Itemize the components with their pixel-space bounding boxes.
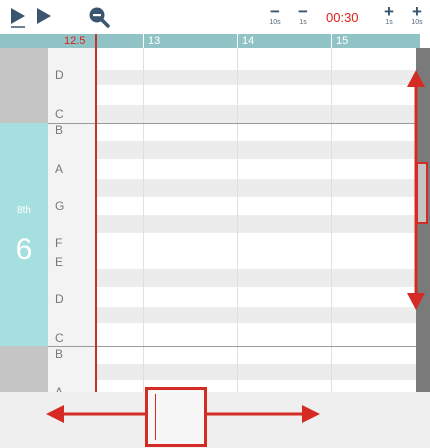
octave-number: 6	[15, 233, 33, 266]
grid-row[interactable]	[96, 364, 416, 380]
minus-1s-label: 1s	[299, 19, 307, 26]
ruler-label: 15	[336, 35, 349, 47]
playhead[interactable]	[95, 34, 97, 392]
grid-row[interactable]	[96, 251, 416, 269]
note-label-f: F	[55, 236, 63, 250]
zoom-out-icon	[89, 7, 110, 28]
grid-row[interactable]	[96, 346, 416, 364]
grid-row[interactable]	[96, 70, 416, 85]
note-label-b: B	[55, 123, 64, 137]
thumb-position-marker	[155, 394, 156, 440]
note-label-g: G	[55, 199, 65, 213]
grid-row[interactable]	[96, 215, 416, 233]
minus-1s-button[interactable]: − 1s	[290, 2, 316, 30]
minus-10s-label: 10s	[269, 19, 281, 26]
play-button[interactable]	[34, 4, 56, 30]
plus-1s-button[interactable]: + 1s	[376, 2, 402, 30]
grid-row[interactable]	[96, 269, 416, 287]
vertical-scroll-thumb[interactable]	[416, 162, 428, 224]
ruler-label: 13	[148, 35, 161, 47]
note-label-c: C	[55, 331, 64, 345]
note-label-b: B	[55, 347, 64, 361]
ruler-label-current: 12.5	[64, 35, 86, 47]
toolbar: − 10s − 1s 00:30 + 1s + 10s	[0, 0, 430, 34]
zoom-out-button[interactable]	[86, 4, 112, 30]
plus-1s-label: 1s	[385, 19, 393, 26]
minus-icon: −	[270, 2, 280, 21]
octave-block-upper[interactable]	[0, 48, 48, 123]
grid-row[interactable]	[96, 48, 416, 70]
play-toggle-button[interactable]	[8, 4, 30, 30]
note-label-e: E	[55, 255, 64, 269]
plus-10s-label: 10s	[411, 19, 423, 26]
grid-row[interactable]	[96, 105, 416, 123]
grid-row[interactable]	[96, 123, 416, 141]
plus-10s-button[interactable]: + 10s	[404, 2, 430, 30]
octave-block-lower[interactable]	[0, 346, 48, 392]
grid-row[interactable]	[96, 197, 416, 215]
grid-row[interactable]	[96, 233, 416, 251]
minus-icon: −	[298, 2, 308, 21]
note-label-a: A	[55, 162, 64, 176]
grid-row[interactable]	[96, 179, 416, 197]
grid-line	[331, 48, 332, 392]
plus-icon: +	[384, 2, 394, 21]
grid-line	[143, 48, 144, 392]
play-forward-icon	[37, 8, 51, 24]
ruler-tick	[237, 34, 238, 48]
minus-10s-button[interactable]: − 10s	[262, 2, 288, 30]
octave-block-current[interactable]: 8th 6	[0, 123, 48, 346]
play-toggle-icon	[11, 8, 25, 28]
grid-row[interactable]	[96, 159, 416, 179]
ruler-label: 14	[242, 35, 255, 47]
octave-separator	[48, 123, 416, 124]
grid-row[interactable]	[96, 380, 416, 392]
octave-superscript: 8th	[17, 205, 31, 216]
grid-line	[237, 48, 238, 392]
plus-icon: +	[412, 2, 422, 21]
ruler-tick	[143, 34, 144, 48]
note-label-c: C	[55, 107, 64, 121]
note-label-a: A	[55, 385, 64, 392]
note-label-d: D	[55, 292, 64, 306]
octave-separator	[48, 346, 416, 347]
grid-row[interactable]	[96, 287, 416, 307]
grid-row[interactable]	[96, 323, 416, 346]
time-display: 00:30	[326, 10, 359, 25]
ruler-tick	[331, 34, 332, 48]
timeline-ruler[interactable]: 12.5 13 14 15	[0, 34, 420, 48]
grid-row[interactable]	[96, 141, 416, 159]
note-label-d: D	[55, 68, 64, 82]
grid-row[interactable]	[96, 307, 416, 323]
piano-roll: 8th 6 D C B A G F E D C B A	[0, 48, 430, 392]
grid-row[interactable]	[96, 85, 416, 105]
